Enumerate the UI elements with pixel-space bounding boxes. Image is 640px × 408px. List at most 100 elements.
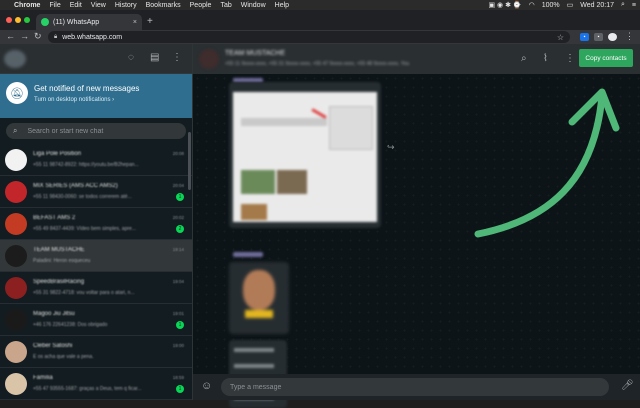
sticker-message[interactable] [229, 262, 289, 334]
battery-icon[interactable]: ▭ [567, 1, 574, 9]
emoji-icon[interactable]: ☺ [201, 380, 212, 392]
new-tab-button[interactable]: + [147, 16, 153, 27]
chat-name: MIX SERIES (AMS ACC AMS2) [33, 183, 118, 189]
chat-list-item[interactable]: Magoo Jiu Jitsu +46 176 22641238: Dos obr… [0, 304, 192, 336]
sticker-label [245, 310, 273, 318]
chat-preview: +55 49 8437-4439: Vídeo bem simples, apr… [33, 226, 136, 232]
menu-file[interactable]: File [49, 2, 60, 9]
conversation-title[interactable]: TEAM MUSTACHE [225, 50, 285, 57]
image-message[interactable] [229, 82, 381, 228]
message-composer: ☺ 🎤︎ [193, 374, 640, 400]
reload-icon[interactable]: ↻ [34, 31, 42, 42]
chat-time: 20:08 [172, 151, 184, 156]
menu-app-name[interactable]: Chrome [14, 2, 40, 9]
extension-icon[interactable]: ▪ [594, 33, 603, 41]
battery-percentage[interactable]: 100% [542, 2, 560, 9]
menu-help[interactable]: Help [275, 2, 289, 9]
chat-preview: +55 31 9822-4718: vou voltar para o atar… [33, 290, 135, 296]
wifi-icon[interactable]: ◠ [529, 1, 535, 9]
forward-arrow-icon[interactable]: → [20, 31, 29, 41]
extension-icon[interactable]: ▪ [580, 33, 589, 41]
enable-notifications-link[interactable]: Turn on desktop notifications › [34, 97, 114, 103]
minimize-window-button[interactable] [15, 17, 21, 23]
unread-badge: 2 [176, 225, 184, 233]
contact-avatar[interactable] [5, 309, 27, 331]
participants-list[interactable]: +55 11 9xxxx-xxxx, +55 31 9xxxx-xxxx, +5… [225, 61, 409, 67]
status-icon-tray[interactable]: ▣ ◉ ✱ ⌚ [488, 1, 521, 9]
paperclip-icon[interactable]: ⌇ [543, 53, 548, 64]
back-arrow-icon[interactable]: ← [6, 31, 15, 41]
chat-time: 19:04 [172, 279, 184, 284]
contact-avatar[interactable] [5, 181, 27, 203]
kebab-menu-icon[interactable]: ⋮ [565, 53, 575, 64]
chat-time: 18:59 [172, 375, 184, 380]
contact-avatar[interactable] [5, 245, 27, 267]
chat-list-item[interactable]: Família +55 47 93555-1687: graças a Deus,… [0, 368, 192, 400]
contact-avatar[interactable] [5, 149, 27, 171]
menu-window[interactable]: Window [241, 2, 266, 9]
spotlight-icon[interactable]: ⌕ [621, 1, 625, 9]
chat-time: 19:01 [172, 311, 184, 316]
chat-list-item[interactable]: Cleber Satoshi É os acha que vale a pena.… [0, 336, 192, 368]
mac-menu-bar: Chrome File Edit View History Bookmarks … [0, 0, 640, 10]
status-icon[interactable]: ◌ [128, 52, 134, 63]
group-avatar[interactable] [199, 49, 219, 69]
conversation-header[interactable]: TEAM MUSTACHE +55 11 9xxxx-xxxx, +55 31 … [193, 44, 640, 74]
message-line [234, 364, 274, 368]
url-text[interactable]: web.whatsapp.com [62, 34, 122, 41]
chat-list-scrollbar[interactable] [188, 132, 191, 190]
chat-preview: +55 47 93555-1687: graças a Deus, tem q … [33, 386, 142, 392]
close-window-button[interactable] [6, 17, 12, 23]
chat-time: 20:02 [172, 215, 184, 220]
message-input[interactable] [221, 378, 609, 396]
close-tab-icon[interactable]: × [133, 19, 137, 26]
microphone-icon[interactable]: 🎤︎ [621, 380, 634, 391]
control-menu-icon[interactable]: ≡ [632, 2, 636, 9]
bookmark-star-icon[interactable]: ☆ [557, 33, 564, 42]
notification-title: Get notified of new messages [34, 84, 140, 93]
menu-edit[interactable]: Edit [70, 2, 82, 9]
browser-tab-whatsapp[interactable]: (11) WhatsApp × [36, 14, 142, 30]
contact-avatar[interactable] [5, 341, 27, 363]
chat-list-item[interactable]: TEAM MUSTACHE Paladini: Heron esqueceu 19:… [0, 240, 192, 272]
menu-history[interactable]: History [115, 2, 137, 9]
chrome-menu-icon[interactable]: ⋮ [625, 31, 634, 42]
contact-avatar[interactable] [5, 373, 27, 395]
zoom-window-button[interactable] [24, 17, 30, 23]
chat-list-item[interactable]: Liga Pole Position +55 11 98742-8922: htt… [0, 144, 192, 176]
copy-contacts-button[interactable]: Copy contacts [579, 49, 633, 67]
search-area: ⌕ [0, 118, 192, 144]
notification-banner[interactable]: 🔕︎ Get notified of new messages Turn on … [0, 74, 192, 118]
chat-name: BEFAST AMS 2 [33, 215, 76, 221]
contact-avatar[interactable] [5, 277, 27, 299]
profile-avatar-icon[interactable] [608, 33, 617, 41]
chat-name: Família [33, 375, 53, 381]
kebab-menu-icon[interactable]: ⋮ [172, 52, 182, 63]
message-icon[interactable]: ▤ [150, 52, 159, 63]
browser-toolbar: ← → ↻ 🔒︎ web.whatsapp.com ☆ ▪ ▪ ⋮ [0, 30, 640, 44]
menu-tab[interactable]: Tab [220, 2, 231, 9]
image-detail [241, 118, 327, 126]
chat-list-item[interactable]: BEFAST AMS 2 +55 49 8437-4439: Vídeo bem … [0, 208, 192, 240]
search-icon[interactable]: ⌕ [13, 126, 17, 136]
chat-name: Liga Pole Position [33, 151, 82, 157]
my-avatar[interactable] [4, 50, 26, 68]
search-input[interactable] [27, 127, 168, 135]
chat-preview: +55 11 98742-8922: https://youtu.be/B2he… [33, 162, 139, 168]
contact-avatar[interactable] [5, 213, 27, 235]
chat-list-item[interactable]: SpeedBrasilRacing +55 31 9822-4718: vou v… [0, 272, 192, 304]
address-bar[interactable]: 🔒︎ web.whatsapp.com ☆ [48, 31, 570, 43]
chat-time: 19:14 [172, 247, 184, 252]
lock-icon[interactable]: 🔒︎ [54, 34, 57, 41]
screenshot-image[interactable] [233, 92, 377, 222]
menu-people[interactable]: People [190, 2, 212, 9]
menu-view[interactable]: View [91, 2, 106, 9]
menu-bookmarks[interactable]: Bookmarks [146, 2, 181, 9]
menubar-status-area: ▣ ◉ ✱ ⌚ ◠ 100% ▭ Wed 20:17 ⌕ ≡ [481, 1, 636, 9]
forward-icon[interactable]: ↪ [387, 142, 395, 153]
search-icon[interactable]: ⌕ [521, 53, 527, 64]
chat-list-item[interactable]: MIX SERIES (AMS ACC AMS2) +55 11 98430-00… [0, 176, 192, 208]
chat-name: SpeedBrasilRacing [33, 279, 85, 285]
clock[interactable]: Wed 20:17 [580, 2, 614, 9]
search-box[interactable]: ⌕ [6, 123, 186, 139]
